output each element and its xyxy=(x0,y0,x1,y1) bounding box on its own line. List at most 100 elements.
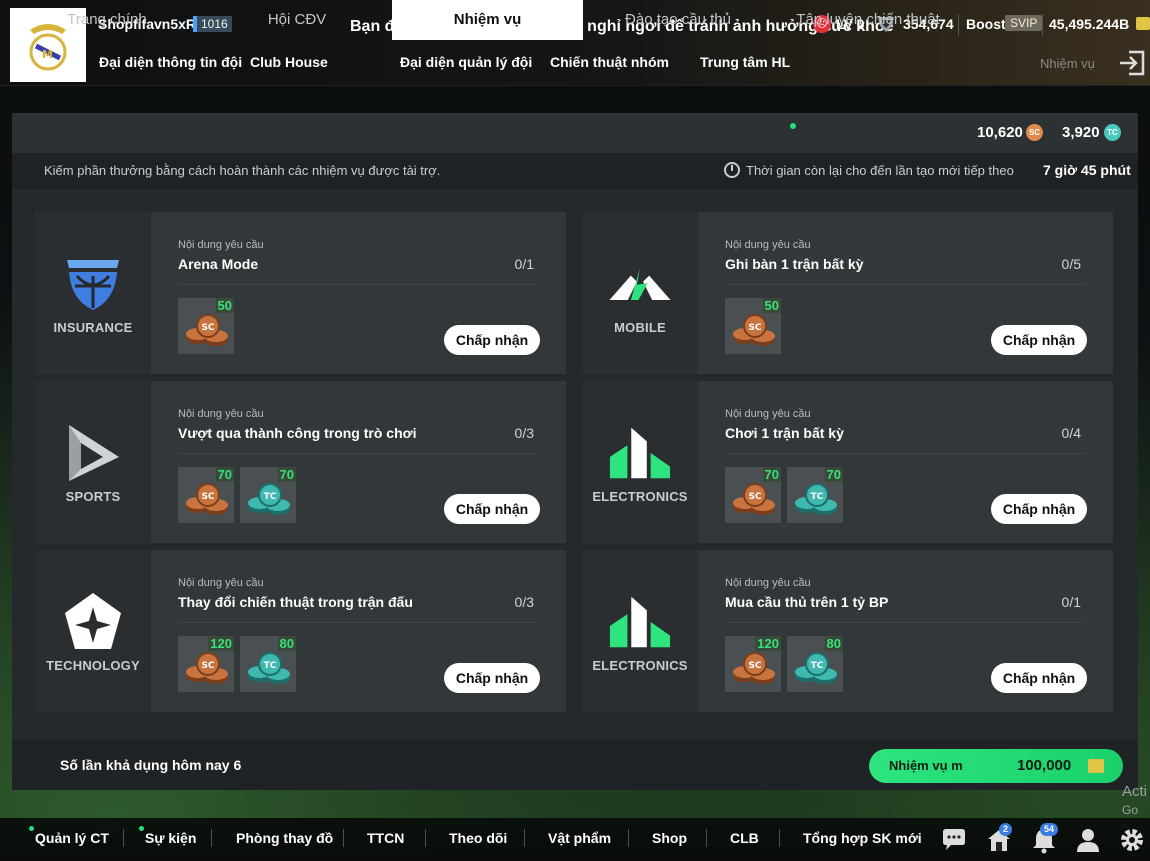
mission-card: INSURANCE Nội dung yêu cầu Arena Mode 0/1 SC… xyxy=(35,212,566,374)
requirement-text: Vượt qua thành công trong trò chơi xyxy=(178,425,417,441)
bottom-nav-locker-room[interactable]: Phòng thay đồ xyxy=(236,830,333,846)
svg-text:TC: TC xyxy=(811,492,824,502)
requirement-label: Nội dung yêu cầu xyxy=(725,577,811,589)
bottom-nav-shop[interactable]: Shop xyxy=(652,830,687,846)
bottom-nav-new-events[interactable]: Tổng hợp SK mới xyxy=(803,830,922,846)
bottom-nav-follow[interactable]: Theo dõi xyxy=(449,830,507,846)
accept-button[interactable]: Chấp nhận xyxy=(991,663,1087,693)
sc-balance: 10,620 xyxy=(977,124,1023,141)
svg-text:SC: SC xyxy=(748,323,761,333)
svg-text:TC: TC xyxy=(264,492,277,502)
mission-progress: 0/3 xyxy=(514,594,534,610)
profile-icon[interactable] xyxy=(1074,826,1102,854)
mission-progress: 0/1 xyxy=(1061,594,1081,610)
bp-balance: 45,495.244B xyxy=(1049,16,1130,32)
sc-coins-icon: SC xyxy=(731,481,777,517)
nav-team-info[interactable]: Đại diện thông tin đội xyxy=(99,54,242,70)
sponsor-panel: INSURANCE xyxy=(35,212,151,374)
nav-divider xyxy=(706,829,707,847)
chat-icon[interactable] xyxy=(940,826,968,854)
requirement-label: Nội dung yêu cầu xyxy=(178,577,264,589)
mission-progress: 0/5 xyxy=(1061,256,1081,272)
nav-divider xyxy=(343,829,344,847)
reward-item[interactable]: SC 70 xyxy=(178,467,234,523)
reward-item[interactable]: TC 70 xyxy=(240,467,296,523)
bell-badge: 54 xyxy=(1040,823,1059,836)
tab-fan-club[interactable]: Hội CĐV xyxy=(202,0,392,40)
sc-coins-icon: SC xyxy=(184,481,230,517)
home-badge: 2 xyxy=(999,823,1013,836)
bp-coin-icon xyxy=(1136,17,1150,30)
reward-amount: 80 xyxy=(824,636,843,651)
requirement-label: Nội dung yêu cầu xyxy=(178,239,264,251)
svg-text:SC: SC xyxy=(748,492,761,502)
sponsor-panel: ELECTRONICS xyxy=(582,381,698,543)
nav-divider xyxy=(123,829,124,847)
logout-label: Nhiệm vụ xyxy=(1040,56,1095,71)
tc-coins-icon: TC xyxy=(793,481,839,517)
sponsor-name: ELECTRONICS xyxy=(592,488,688,504)
sc-coin-icon: SC xyxy=(1026,124,1043,141)
nav-divider xyxy=(211,829,212,847)
svg-text:SC: SC xyxy=(201,323,214,333)
tab-bar xyxy=(12,113,1138,153)
svip-badge[interactable]: SVIP xyxy=(1005,15,1043,31)
reward-item[interactable]: SC 120 xyxy=(725,636,781,692)
tab-tactical-practice[interactable]: Tập luyện chiến thuật xyxy=(773,0,963,40)
nav-team-tactics[interactable]: Chiến thuật nhóm xyxy=(550,54,669,70)
bottom-nav-events[interactable]: Sự kiện xyxy=(145,830,196,846)
requirement-label: Nội dung yêu cầu xyxy=(725,239,811,251)
accept-button[interactable]: Chấp nhận xyxy=(991,325,1087,355)
mission-card: ELECTRONICS Nội dung yêu cầu Mua cầu thủ t… xyxy=(582,550,1113,712)
accept-button[interactable]: Chấp nhận xyxy=(444,663,540,693)
mission-progress: 0/3 xyxy=(514,425,534,441)
nav-club-house[interactable]: Club House xyxy=(250,54,328,70)
nav-training-center[interactable]: Trung tâm HL xyxy=(700,54,790,70)
gear-icon[interactable] xyxy=(1118,826,1146,854)
svg-text:SC: SC xyxy=(201,661,214,671)
bottom-nav-items[interactable]: Vật phẩm xyxy=(548,830,611,846)
reward-item[interactable]: SC 120 xyxy=(178,636,234,692)
sponsor-name: SPORTS xyxy=(65,488,121,504)
bottom-nav-club[interactable]: CLB xyxy=(730,830,759,846)
reward-amount: 70 xyxy=(277,467,296,482)
nav-team-manager[interactable]: Đại diện quản lý đội xyxy=(400,54,532,70)
card-divider xyxy=(178,453,538,454)
header-divider xyxy=(1042,14,1043,36)
sponsor-name: INSURANCE xyxy=(53,319,133,335)
tab-missions[interactable]: Nhiệm vụ xyxy=(392,0,583,40)
exit-icon[interactable] xyxy=(1117,48,1147,78)
mission-progress: 0/4 xyxy=(1061,425,1081,441)
new-dot-indicator xyxy=(790,123,796,129)
nav-divider xyxy=(779,829,780,847)
available-today: Số lần khả dụng hôm nay 6 xyxy=(60,757,242,773)
accept-button[interactable]: Chấp nhận xyxy=(444,494,540,524)
accept-button[interactable]: Chấp nhận xyxy=(991,494,1087,524)
tab-home[interactable]: Trang chính xyxy=(12,0,202,40)
mission-progress: 0/1 xyxy=(514,256,534,272)
card-divider xyxy=(178,284,538,285)
technology-sponsor-icon xyxy=(61,590,125,654)
accept-button[interactable]: Chấp nhận xyxy=(444,325,540,355)
nav-divider xyxy=(425,829,426,847)
reward-item[interactable]: TC 80 xyxy=(787,636,843,692)
sponsor-panel: SPORTS xyxy=(35,381,151,543)
reward-item[interactable]: TC 80 xyxy=(240,636,296,692)
svg-text:SC: SC xyxy=(201,492,214,502)
reward-item[interactable]: SC 50 xyxy=(178,298,234,354)
requirement-text: Arena Mode xyxy=(178,256,259,272)
nav-divider xyxy=(524,829,525,847)
reward-item[interactable]: TC 70 xyxy=(787,467,843,523)
tc-balance: 3,920 xyxy=(1062,124,1100,141)
reward-item[interactable]: SC 50 xyxy=(725,298,781,354)
reward-item[interactable]: SC 70 xyxy=(725,467,781,523)
bottom-nav-team-manage[interactable]: Quản lý CT xyxy=(35,830,109,846)
sc-coins-icon: SC xyxy=(184,312,230,348)
tab-player-training[interactable]: Đào tạo cầu thủ xyxy=(583,0,773,40)
bottom-nav-transfer-market[interactable]: TTCN xyxy=(367,830,404,846)
mission-card: SPORTS Nội dung yêu cầu Vượt qua thành côn… xyxy=(35,381,566,543)
reward-amount: 70 xyxy=(824,467,843,482)
reward-amount: 50 xyxy=(215,298,234,313)
svg-text:M: M xyxy=(42,48,53,61)
mission-card: ELECTRONICS Nội dung yêu cầu Chơi 1 trận b… xyxy=(582,381,1113,543)
